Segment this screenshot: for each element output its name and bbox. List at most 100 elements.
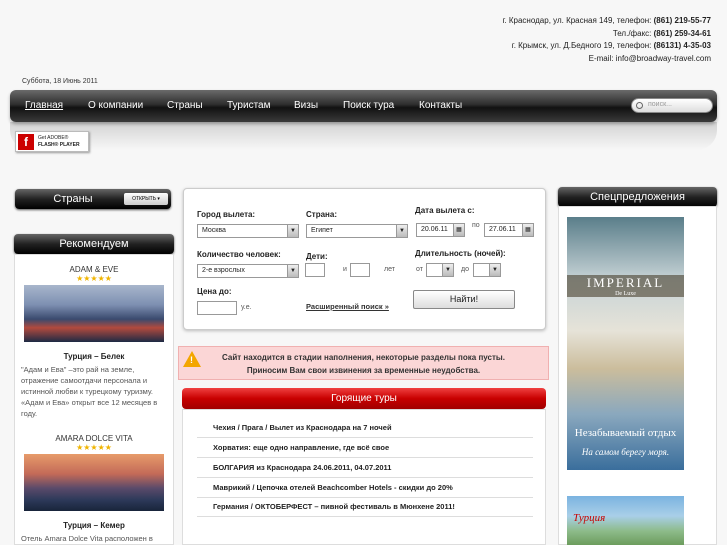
contact-address-2: г. Крымск, ул. Д.Бедного 19, телефон:	[511, 41, 652, 50]
hot-tour-item[interactable]: БОЛГАРИЯ из Краснодара 24.06.2011, 04.07…	[213, 463, 391, 472]
hot-tours-header: Горящие туры	[182, 388, 546, 409]
hotel-country[interactable]: Турция – Белек	[15, 352, 173, 361]
nav-visas[interactable]: Визы	[294, 100, 318, 111]
years-label: лет	[384, 266, 395, 273]
nav-about[interactable]: О компании	[88, 100, 143, 111]
nav-home[interactable]: Главная	[25, 100, 63, 111]
country-value: Египет	[311, 227, 333, 234]
hotel-stars: ★★★★★	[76, 274, 112, 283]
people-value: 2-е взрослых	[202, 267, 245, 274]
recommend-header: Рекомендуем	[14, 234, 174, 254]
date-label: Дата вылета с:	[415, 206, 475, 215]
flash-player-badge[interactable]: f Get ADOBE® FLASH® PLAYER	[15, 131, 89, 152]
banner-brand-text: IMPERIAL	[586, 275, 665, 290]
flash-icon: f	[18, 134, 34, 150]
notice-line-2: Приносим Вам свои извинения за временные…	[246, 366, 481, 375]
country-select[interactable]: Египет ▼	[306, 224, 408, 238]
contact-phone-1: (861) 219-55-77	[653, 16, 711, 25]
hot-tours-list: Чехия / Прага / Вылет из Краснодара на 7…	[182, 409, 546, 545]
hotel-country[interactable]: Турция – Кемер	[15, 521, 173, 530]
countries-header[interactable]: Страны ОТКРЫТЬ ▾	[15, 189, 171, 209]
advanced-search-link[interactable]: Расширенный поиск »	[306, 302, 389, 311]
main-nav: Главная О компании Страны Туристам Визы …	[10, 90, 717, 122]
find-button[interactable]: Найти!	[413, 290, 515, 309]
banner-tagline-1: Незабываемый отдых	[574, 427, 677, 439]
turkey-banner[interactable]: Турция	[567, 496, 684, 545]
divider	[197, 437, 533, 438]
special-offers-panel: IMPERIAL De Luxe Незабываемый отдых На са…	[558, 206, 717, 545]
duration-from-select[interactable]: ▼	[426, 263, 454, 277]
date-from-value: 20.06.11	[421, 226, 448, 233]
nav-contacts[interactable]: Контакты	[419, 100, 462, 111]
depart-select[interactable]: Москва ▼	[197, 224, 299, 238]
hotel-name[interactable]: ADAM & EVE	[15, 265, 173, 274]
banner-brand-sub: De Luxe	[615, 291, 636, 297]
and-label: и	[343, 266, 347, 273]
hotel-image[interactable]	[24, 454, 164, 511]
recommend-panel: ADAM & EVE ★★★★★ Турция – Белек "Адам и …	[14, 254, 174, 545]
depart-value: Москва	[202, 227, 226, 234]
flash-line-2: FLASH® PLAYER	[38, 142, 80, 148]
warning-icon: !	[183, 351, 201, 367]
hot-tour-item[interactable]: Германия / ОКТОБЕРФЕСТ – пивной фестивал…	[213, 502, 455, 511]
hotel-stars: ★★★★★	[76, 443, 112, 452]
duration-label: Длительность (ночей):	[415, 249, 506, 258]
hotel-image[interactable]	[24, 285, 164, 342]
divider	[197, 497, 533, 498]
nav-countries[interactable]: Страны	[167, 100, 203, 111]
search-icon	[636, 102, 643, 109]
hotel-description: Отель Amara Dolce Vita расположен в уник…	[21, 534, 153, 543]
countries-title: Страны	[53, 193, 93, 205]
hotel-name[interactable]: AMARA DOLCE VITA	[15, 434, 173, 443]
special-offers-header: Спецпредложения	[558, 187, 717, 207]
chevron-down-icon: ▼	[396, 225, 407, 237]
hot-tour-item[interactable]: Маврикий / Цепочка отелей Beachcomber Ho…	[213, 483, 453, 492]
currency-label: у.е.	[241, 304, 252, 311]
date-to-value: 27.06.11	[489, 226, 516, 233]
search-input[interactable]: поиск...	[631, 98, 713, 113]
children-age-input[interactable]	[350, 263, 370, 277]
price-label: Цена до:	[197, 287, 232, 296]
chevron-down-icon: ▼	[287, 225, 298, 237]
open-label: ОТКРЫТЬ	[132, 196, 157, 202]
divider	[197, 457, 533, 458]
site-notice: ! Сайт находится в стадии наполнения, не…	[178, 346, 549, 380]
calendar-icon[interactable]: ▦	[522, 224, 533, 236]
nav-reflection	[10, 122, 717, 150]
chevron-down-icon: ▼	[287, 265, 298, 277]
date-from-input[interactable]: 20.06.11 ▦	[416, 223, 465, 237]
date-to-input[interactable]: 27.06.11 ▦	[484, 223, 534, 237]
duration-to-select[interactable]: ▼	[473, 263, 501, 277]
country-label: Страна:	[306, 210, 337, 219]
countries-open-button[interactable]: ОТКРЫТЬ ▾	[124, 193, 168, 205]
imperial-hotel-banner[interactable]: IMPERIAL De Luxe Незабываемый отдых На са…	[567, 217, 684, 470]
children-count-input[interactable]	[305, 263, 325, 277]
people-select[interactable]: 2-е взрослых ▼	[197, 264, 299, 278]
nav-tourists[interactable]: Туристам	[227, 100, 271, 111]
people-label: Количество человек:	[197, 250, 281, 259]
banner-tagline-2: На самом берегу моря.	[581, 447, 670, 457]
to-label: до	[461, 266, 469, 273]
divider	[197, 477, 533, 478]
hotel-description: "Адам и Ева" –это рай на земле, отражени…	[21, 365, 158, 418]
current-date: Суббота, 18 Июнь 2011	[22, 78, 98, 85]
contact-fax-label: Тел./факс:	[612, 28, 652, 38]
contact-email[interactable]: E-mail: info@broadway-travel.com	[502, 53, 711, 66]
children-label: Дети:	[306, 252, 328, 261]
contact-address-1: г. Краснодар, ул. Красная 149, телефон:	[502, 16, 652, 25]
calendar-icon[interactable]: ▦	[453, 224, 464, 236]
turkey-banner-brand: Турция	[573, 512, 606, 524]
depart-label: Город вылета:	[197, 210, 256, 219]
date-to-label: по	[472, 222, 480, 229]
contact-phone-3: (86131) 4-35-03	[653, 41, 711, 50]
chevron-down-icon: ▼	[442, 264, 453, 276]
hot-tour-item[interactable]: Чехия / Прага / Вылет из Краснодара на 7…	[213, 423, 392, 432]
hot-tour-item[interactable]: Хорватия: еще одно направление, где всё …	[213, 443, 389, 452]
price-input[interactable]	[197, 301, 237, 315]
chevron-down-icon: ▼	[489, 264, 500, 276]
contact-phone-2: (861) 259-34-61	[653, 28, 711, 38]
divider	[197, 516, 533, 517]
search-placeholder: поиск...	[648, 101, 672, 108]
nav-tour-search[interactable]: Поиск тура	[343, 100, 394, 111]
notice-line-1: Сайт находится в стадии наполнения, неко…	[222, 353, 505, 362]
